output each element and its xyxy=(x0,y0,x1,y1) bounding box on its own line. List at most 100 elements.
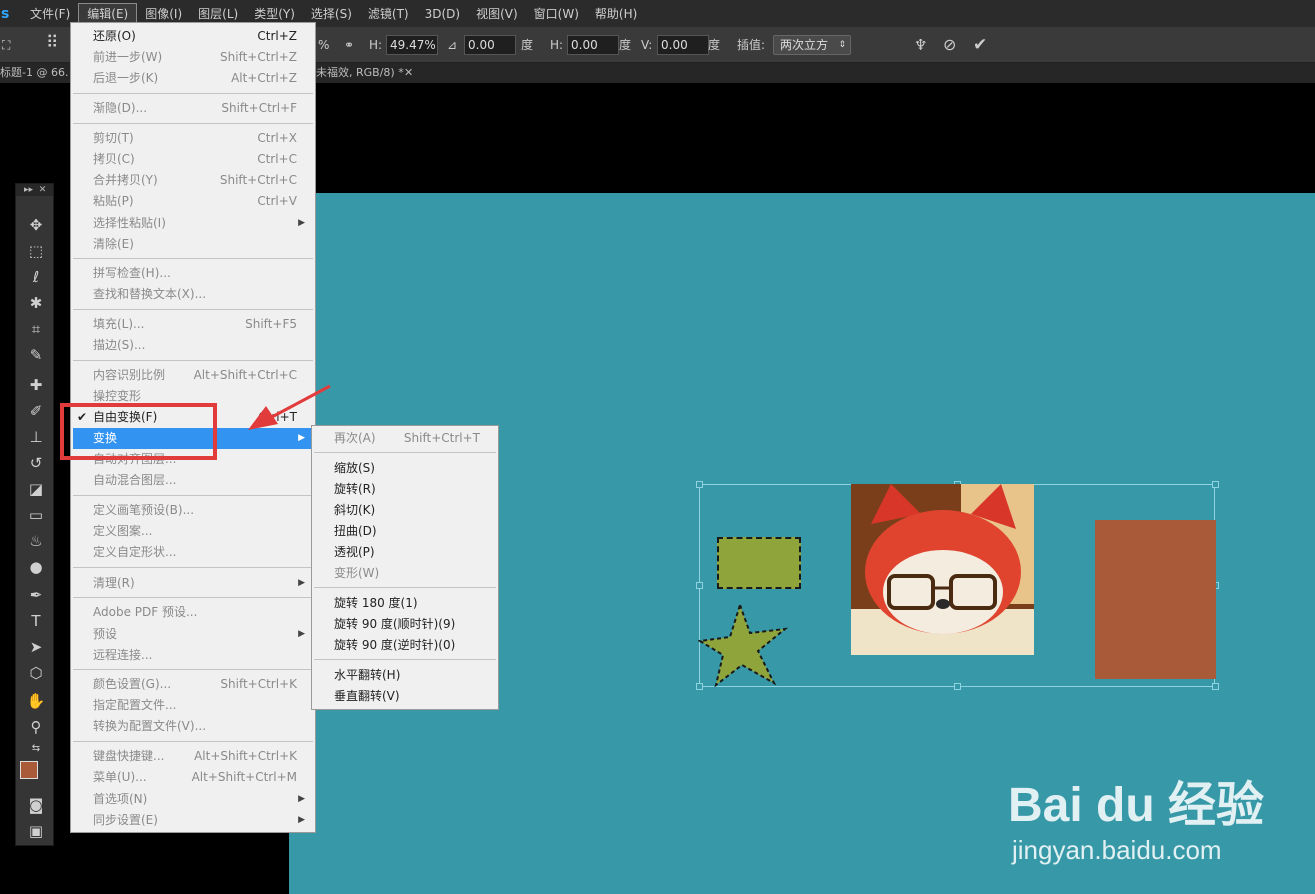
submenu-item-flip-vertical[interactable]: 垂直翻转(V) xyxy=(314,686,496,707)
interpolation-select[interactable]: 两次立方 ⇕ xyxy=(773,35,851,55)
link-icon[interactable]: ⚭ xyxy=(344,35,354,55)
commit-transform-icon[interactable]: ✔ xyxy=(973,35,987,55)
menu-filter[interactable]: 滤镜(T) xyxy=(360,3,417,25)
submenu-item-rotate-90-cw[interactable]: 旋转 90 度(顺时针)(9) xyxy=(314,614,496,635)
blur-tool-icon[interactable]: ♨ xyxy=(25,530,47,552)
submenu-item-distort[interactable]: 扭曲(D) xyxy=(314,521,496,542)
brush-tool-icon[interactable]: ✐ xyxy=(25,400,47,422)
transform-handle-bc[interactable] xyxy=(954,683,961,690)
menu-item-label: 描边(S)... xyxy=(93,338,146,352)
menu-item-shortcut: Ctrl+C xyxy=(257,152,297,166)
menu-item-preferences[interactable]: 首选项(N) ▶ xyxy=(73,789,313,810)
menu-item-keyboard-shortcuts[interactable]: 键盘快捷键... Alt+Shift+Ctrl+K xyxy=(73,746,313,767)
menu-view[interactable]: 视图(V) xyxy=(468,3,526,25)
menu-window[interactable]: 窗口(W) xyxy=(526,3,587,25)
menu-3d[interactable]: 3D(D) xyxy=(417,3,468,25)
transform-handle-ml[interactable] xyxy=(696,582,703,589)
angle-input[interactable]: 0.00 xyxy=(464,35,516,55)
pen-tool-icon[interactable]: ✒ xyxy=(25,584,47,606)
crop-tool-icon[interactable]: ⌗ xyxy=(25,318,47,340)
menu-item-purge[interactable]: 清理(R) ▶ xyxy=(73,573,313,594)
submenu-item-rotate-90-ccw[interactable]: 旋转 90 度(逆时针)(0) xyxy=(314,635,496,656)
submenu-item-skew[interactable]: 斜切(K) xyxy=(314,500,496,521)
menu-item-convert-profile[interactable]: 转换为配置文件(V)... xyxy=(73,716,313,737)
menu-item-cut[interactable]: 剪切(T) Ctrl+X xyxy=(73,128,313,149)
menu-item-pdf-presets[interactable]: Adobe PDF 预设... xyxy=(73,602,313,623)
submenu-item-again[interactable]: 再次(A) Shift+Ctrl+T xyxy=(314,428,496,449)
transform-handle-tr[interactable] xyxy=(1212,481,1219,488)
menu-item-label: 定义画笔预设(B)... xyxy=(93,503,195,517)
menu-item-auto-blend[interactable]: 自动混合图层... xyxy=(73,470,313,491)
shape-tool-icon[interactable]: ⬡ xyxy=(25,662,47,684)
menu-item-undo[interactable]: 还原(O) Ctrl+Z xyxy=(73,26,313,47)
menu-item-menus[interactable]: 菜单(U)... Alt+Shift+Ctrl+M xyxy=(73,767,313,788)
submenu-arrow-icon: ▶ xyxy=(298,218,305,228)
reference-point-icon[interactable]: ⠿ xyxy=(46,33,58,53)
dodge-tool-icon[interactable]: ● xyxy=(25,556,47,578)
menu-item-define-shape[interactable]: 定义自定形状... xyxy=(73,542,313,563)
transform-handle-br[interactable] xyxy=(1212,683,1219,690)
menu-item-check-spelling[interactable]: 拼写检查(H)... xyxy=(73,263,313,284)
menu-item-step-backward[interactable]: 后退一步(K) Alt+Ctrl+Z xyxy=(73,68,313,89)
swap-colors-icon[interactable]: ⇆ xyxy=(25,738,47,760)
cancel-transform-icon[interactable]: ⊘ xyxy=(943,35,956,55)
screen-mode-icon[interactable]: ▣ xyxy=(25,820,47,842)
height-input[interactable]: 49.47% xyxy=(386,35,438,55)
menu-item-label: 填充(L)... xyxy=(93,317,145,331)
history-brush-tool-icon[interactable]: ↺ xyxy=(25,452,47,474)
menu-item-stroke[interactable]: 描边(S)... xyxy=(73,335,313,356)
baidu-watermark-url: jingyan.baidu.com xyxy=(1012,835,1222,865)
magic-wand-tool-icon[interactable]: ✱ xyxy=(25,292,47,314)
menu-item-sync-settings[interactable]: 同步设置(E) ▶ xyxy=(73,810,313,831)
menu-item-fill[interactable]: 填充(L)... Shift+F5 xyxy=(73,314,313,335)
app-logo-icon: s xyxy=(1,5,10,22)
menu-item-paste[interactable]: 粘贴(P) Ctrl+V xyxy=(73,191,313,212)
menu-item-label: 内容识别比例 xyxy=(93,368,166,382)
menu-item-step-forward[interactable]: 前进一步(W) Shift+Ctrl+Z xyxy=(73,47,313,68)
brown-rectangle-shape xyxy=(1095,520,1216,679)
submenu-item-rotate-180[interactable]: 旋转 180 度(1) xyxy=(314,593,496,614)
transform-tool-icon[interactable]: ⛶ xyxy=(2,35,10,55)
menu-item-define-brush[interactable]: 定义画笔预设(B)... xyxy=(73,500,313,521)
gradient-tool-icon[interactable]: ▭ xyxy=(25,504,47,526)
eyedropper-tool-icon[interactable]: ✎ xyxy=(25,344,47,366)
hskew-input[interactable]: 0.00 xyxy=(567,35,619,55)
menu-item-copy-merged[interactable]: 合并拷贝(Y) Shift+Ctrl+C xyxy=(73,170,313,191)
submenu-item-warp[interactable]: 变形(W) xyxy=(314,563,496,584)
menu-item-paste-special[interactable]: 选择性粘贴(I) ▶ xyxy=(73,213,313,234)
foreground-color-swatch[interactable] xyxy=(20,761,38,779)
path-selection-tool-icon[interactable]: ➤ xyxy=(25,636,47,658)
marquee-tool-icon[interactable]: ⬚ xyxy=(25,240,47,262)
warp-mode-icon[interactable]: ♆ xyxy=(914,35,927,55)
menu-item-label: 清除(E) xyxy=(93,237,134,251)
submenu-item-scale[interactable]: 缩放(S) xyxy=(314,458,496,479)
stamp-tool-icon[interactable]: ⊥ xyxy=(25,426,47,448)
transform-handle-tl[interactable] xyxy=(696,481,703,488)
submenu-item-perspective[interactable]: 透视(P) xyxy=(314,542,496,563)
quick-mask-icon[interactable]: ◙ xyxy=(25,794,47,816)
menu-item-label: 还原(O) xyxy=(93,29,136,43)
vskew-input[interactable]: 0.00 xyxy=(657,35,709,55)
hand-tool-icon[interactable]: ✋ xyxy=(25,690,47,712)
zoom-tool-icon[interactable]: ⚲ xyxy=(25,716,47,738)
type-tool-icon[interactable]: T xyxy=(25,610,47,632)
document-tab-1[interactable]: 标题-1 @ 66. xyxy=(0,63,68,83)
eraser-tool-icon[interactable]: ◪ xyxy=(25,478,47,500)
close-tab-icon[interactable]: ✕ xyxy=(404,63,413,83)
menu-item-remote[interactable]: 远程连接... xyxy=(73,645,313,666)
menu-item-fade[interactable]: 渐隐(D)... Shift+Ctrl+F xyxy=(73,98,313,119)
submenu-item-flip-horizontal[interactable]: 水平翻转(H) xyxy=(314,665,496,686)
menu-item-copy[interactable]: 拷贝(C) Ctrl+C xyxy=(73,149,313,170)
menu-item-clear[interactable]: 清除(E) xyxy=(73,234,313,255)
menu-item-find-replace[interactable]: 查找和替换文本(X)... xyxy=(73,284,313,305)
document-tab-2[interactable]: 未福效, RGB/8) * xyxy=(316,63,404,83)
menu-item-presets[interactable]: 预设 ▶ xyxy=(73,624,313,645)
menu-item-define-pattern[interactable]: 定义图案... xyxy=(73,521,313,542)
move-tool-icon[interactable]: ✥ xyxy=(25,214,47,236)
menu-item-color-settings[interactable]: 颜色设置(G)... Shift+Ctrl+K xyxy=(73,674,313,695)
menu-item-assign-profile[interactable]: 指定配置文件... xyxy=(73,695,313,716)
healing-brush-tool-icon[interactable]: ✚ xyxy=(25,374,47,396)
submenu-item-rotate[interactable]: 旋转(R) xyxy=(314,479,496,500)
lasso-tool-icon[interactable]: ℓ xyxy=(25,266,47,288)
menu-help[interactable]: 帮助(H) xyxy=(587,3,645,25)
